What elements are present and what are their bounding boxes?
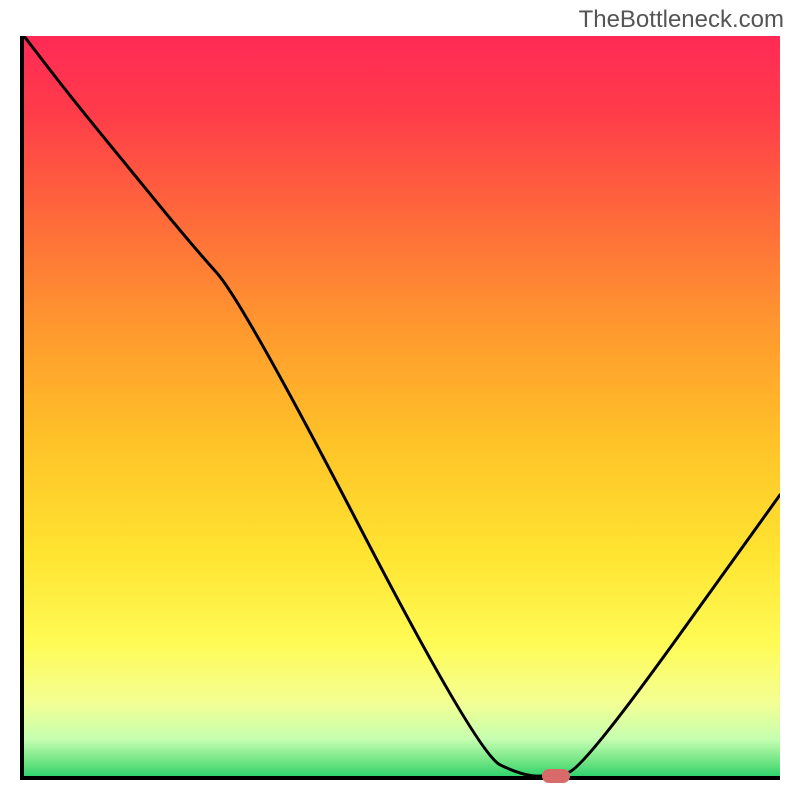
plot-area (20, 36, 780, 780)
optimal-marker (542, 769, 570, 783)
bottleneck-curve (24, 36, 780, 776)
chart-container: TheBottleneck.com (0, 0, 800, 800)
watermark-text: TheBottleneck.com (579, 6, 784, 34)
